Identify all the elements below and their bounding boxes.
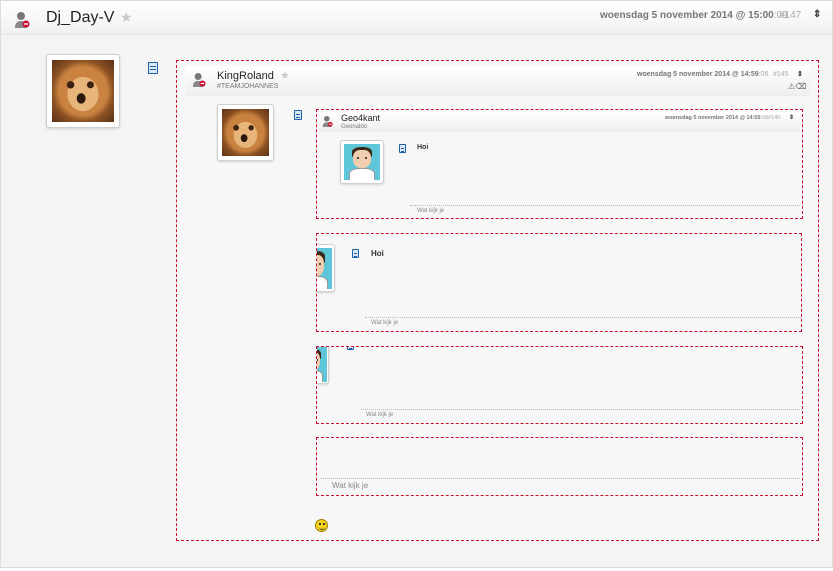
report-delete-icons[interactable]: ⚠⌫ — [788, 82, 806, 91]
quote-user-subtitle: #TEAMJOHANNES — [217, 83, 279, 90]
avatar[interactable] — [317, 244, 335, 292]
signature-divider — [365, 317, 801, 318]
quote-block: Wat kijk je — [316, 437, 803, 496]
document-icon[interactable] — [347, 347, 354, 350]
forum-post: Dj_Day-V ★ woensdag 5 november 2014 @ 15… — [0, 0, 833, 568]
avatar-image — [317, 248, 332, 289]
post-signature: Wat kijk je — [371, 320, 399, 326]
quote-post-number[interactable]: #140 — [768, 115, 780, 121]
signature-divider — [321, 478, 800, 479]
user-offline-icon — [322, 115, 338, 133]
star-icon[interactable]: ★ — [120, 9, 133, 26]
signature-divider — [361, 409, 802, 410]
document-icon[interactable] — [352, 249, 359, 258]
avatar[interactable] — [46, 54, 120, 128]
post-username[interactable]: Dj_Day-V — [46, 9, 114, 27]
user-offline-icon — [192, 72, 208, 90]
post-date-main: woensdag 5 november 2014 @ 15:00 — [600, 10, 774, 21]
post-number[interactable]: #147 — [779, 10, 801, 21]
quote-block: Hoi Wat kijk je — [316, 233, 802, 332]
quote-username[interactable]: Geo4kant — [341, 113, 380, 123]
quote-username[interactable]: KingRoland — [217, 70, 274, 82]
avatar[interactable] — [217, 104, 274, 161]
quote-block: KingRoland #TEAMJOHANNES ★ woensdag 5 no… — [176, 60, 819, 541]
avatar-image — [344, 144, 380, 180]
quote-post-number[interactable]: #145 — [773, 71, 789, 78]
quote-date: woensdag 5 november 2014 @ 14:59:06 — [637, 71, 768, 78]
post-date: woensdag 5 november 2014 @ 15:00:09 — [600, 10, 788, 21]
sort-arrows-icon[interactable]: ⇕ — [789, 115, 794, 121]
quote-block: Wat kijk je — [316, 346, 803, 424]
document-icon[interactable] — [294, 110, 302, 120]
avatar-image — [222, 109, 269, 156]
post-message: Hoi — [371, 249, 384, 258]
avatar-image — [52, 60, 114, 122]
post-signature: Wat kijk je — [417, 208, 445, 214]
post-signature: Wat kijk je — [332, 481, 369, 490]
star-icon[interactable]: ★ — [280, 69, 290, 82]
avatar[interactable] — [317, 347, 329, 384]
avatar-image — [317, 347, 327, 382]
quote-date-seconds: :06 — [758, 71, 769, 78]
quote-date-main: woensdag 5 november 2014 @ 14:59 — [637, 71, 759, 78]
avatar[interactable] — [340, 140, 384, 184]
quote-header: Geo4kant Geonaldo woensdag 5 november 20… — [319, 112, 800, 132]
document-icon[interactable] — [399, 144, 406, 153]
post-signature: Wat kijk je — [366, 412, 394, 418]
document-icon[interactable] — [148, 62, 158, 74]
quote-block: Geo4kant Geonaldo woensdag 5 november 20… — [316, 109, 803, 219]
post-header: Dj_Day-V ★ woensdag 5 november 2014 @ 15… — [1, 1, 832, 35]
sort-arrows-icon[interactable]: ⇕ — [813, 10, 821, 20]
post-message: Hoi — [417, 144, 429, 151]
quote-date-main: woensdag 5 november 2014 @ 14:55 — [665, 115, 761, 121]
sort-arrows-icon[interactable]: ⇕ — [797, 71, 803, 78]
smiley-icon — [315, 519, 328, 532]
user-offline-icon — [14, 11, 30, 29]
quote-user-subtitle: Geonaldo — [341, 124, 368, 130]
quote-date: woensdag 5 november 2014 @ 14:55:08 — [665, 115, 768, 121]
signature-divider — [410, 205, 800, 206]
quote-header: KingRoland #TEAMJOHANNES ★ woensdag 5 no… — [186, 66, 810, 96]
